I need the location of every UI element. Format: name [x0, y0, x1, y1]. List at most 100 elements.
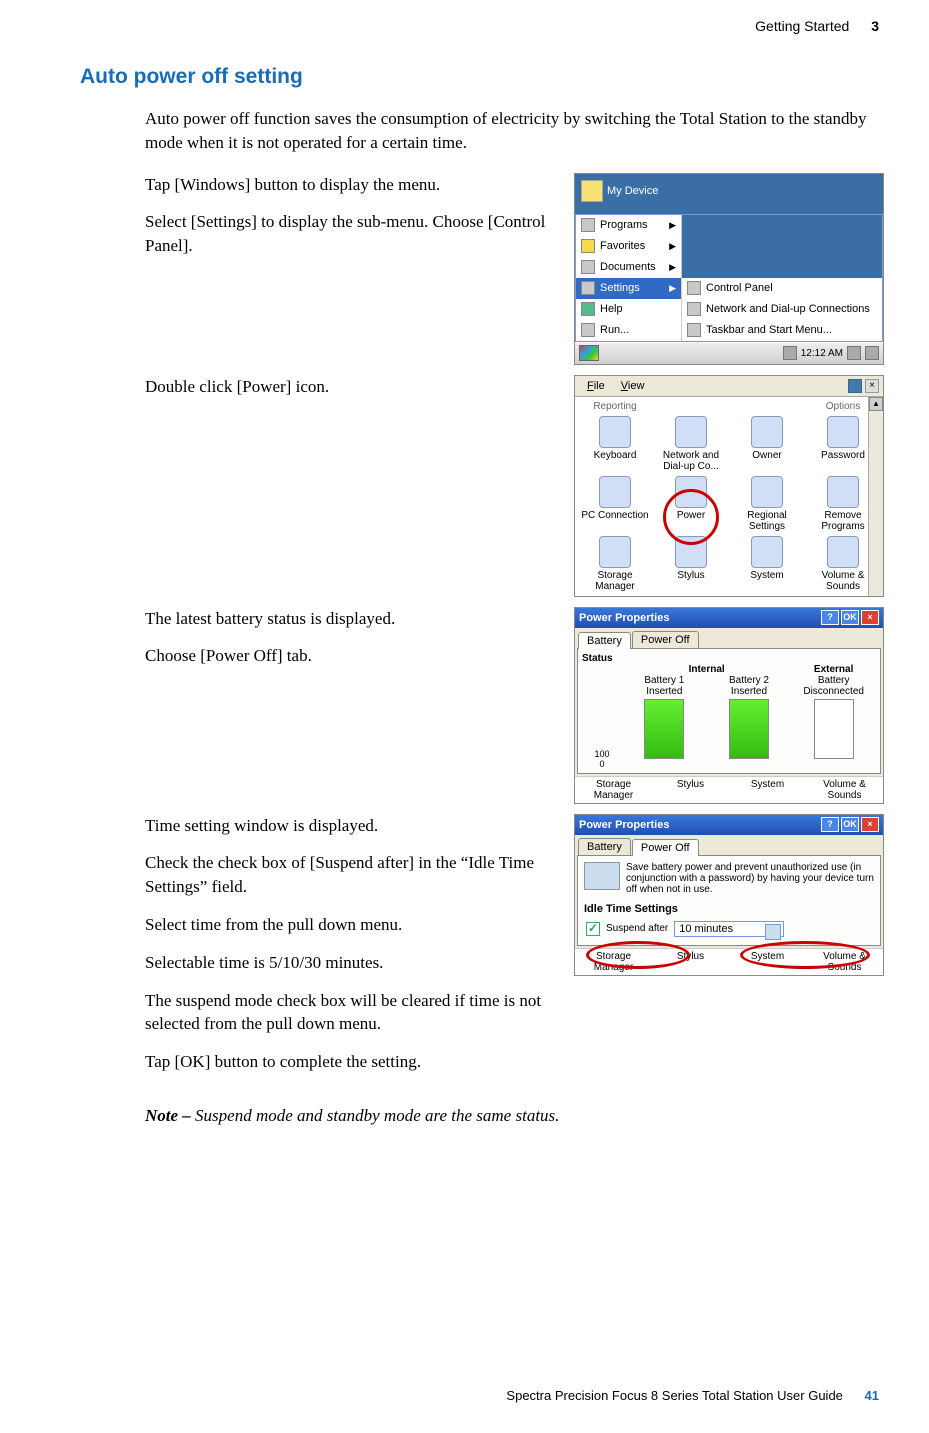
section-title: Auto power off setting — [80, 65, 884, 89]
settings-icon — [581, 281, 595, 295]
footer-guide: Spectra Precision Focus 8 Series Total S… — [506, 1388, 842, 1403]
menu-settings[interactable]: Settings▶ — [576, 278, 681, 299]
taskbar: 12:12 AM — [575, 342, 883, 364]
documents-icon — [581, 260, 595, 274]
remove-icon — [827, 476, 859, 508]
highlight-circle-select — [740, 941, 870, 969]
figure-start-menu: My Device Programs▶ Favorites▶ Documents… — [574, 173, 884, 365]
start-submenu: Control Panel Network and Dial-up Connec… — [682, 215, 882, 341]
scrollbar[interactable]: ▲ — [868, 397, 883, 596]
desktop-label: My Device — [607, 185, 658, 197]
figure-power-off-tab: Power Properties ? OK × Battery Power Of… — [574, 814, 884, 976]
chevron-right-icon: ▶ — [669, 241, 676, 252]
help-icon[interactable] — [848, 379, 862, 393]
owner-icon — [751, 416, 783, 448]
suspend-checkbox[interactable] — [586, 922, 600, 936]
device-icon — [581, 180, 603, 202]
status-label: Status — [582, 653, 876, 664]
step1-text-2: Select [Settings] to display the sub-men… — [145, 210, 564, 258]
favorites-icon — [581, 239, 595, 253]
desktop-my-device[interactable]: My Device — [581, 180, 877, 202]
step4-text-6: Tap [OK] button to complete the setting. — [145, 1050, 564, 1074]
submenu-control-panel[interactable]: Control Panel — [682, 278, 882, 299]
page-footer: Spectra Precision Focus 8 Series Total S… — [506, 1388, 879, 1403]
tab-battery[interactable]: Battery — [578, 632, 631, 649]
submenu-network[interactable]: Network and Dial-up Connections — [682, 299, 882, 320]
chapter-title: Getting Started — [755, 18, 849, 34]
titlebar: Power Properties ? OK × — [575, 608, 883, 628]
chevron-right-icon: ▶ — [669, 262, 676, 273]
regional-icon — [751, 476, 783, 508]
step-3: The latest battery status is displayed. … — [145, 607, 884, 804]
help-button[interactable]: ? — [821, 610, 839, 625]
power-off-description: Save battery power and prevent unauthori… — [626, 862, 874, 895]
note-text: Suspend mode and standby mode are the sa… — [195, 1106, 559, 1125]
y-axis-high: 100 — [582, 749, 622, 759]
tab-power-off[interactable]: Power Off — [632, 839, 699, 856]
close-button[interactable]: × — [861, 817, 879, 832]
window-title: Power Properties — [579, 612, 669, 624]
menu-help[interactable]: Help — [576, 299, 681, 320]
figure-power-battery: Power Properties ? OK × Battery Power Of… — [574, 607, 884, 804]
cp-pc-connection[interactable]: PC Connection — [577, 474, 653, 534]
suspend-label: Suspend after — [606, 923, 668, 934]
help-icon — [581, 302, 595, 316]
volume-icon — [827, 536, 859, 568]
step4-text-5: The suspend mode check box will be clear… — [145, 989, 564, 1037]
taskbar-icon — [687, 323, 701, 337]
chapter-number: 3 — [871, 18, 879, 34]
chevron-right-icon: ▶ — [669, 220, 676, 231]
note: Note – Suspend mode and standby mode are… — [145, 1106, 884, 1126]
step3-text-2: Choose [Power Off] tab. — [145, 644, 564, 668]
password-icon — [827, 416, 859, 448]
battery2-bar — [729, 699, 769, 759]
menu-favorites[interactable]: Favorites▶ — [576, 236, 681, 257]
y-axis-low: 0 — [582, 759, 622, 769]
battery-ext-bar — [814, 699, 854, 759]
menu-programs[interactable]: Programs▶ — [576, 215, 681, 236]
cp-owner[interactable]: Owner — [729, 414, 805, 474]
tray-icon-3[interactable] — [865, 346, 879, 360]
tray-icon[interactable] — [783, 346, 797, 360]
start-button[interactable] — [579, 345, 599, 361]
menu-file[interactable]: File — [579, 378, 613, 394]
ok-button[interactable]: OK — [841, 817, 859, 832]
tray-icon-2[interactable] — [847, 346, 861, 360]
suspend-time-select[interactable]: 10 minutes — [674, 921, 784, 937]
step3-text-1: The latest battery status is displayed. — [145, 607, 564, 631]
storage-icon — [599, 536, 631, 568]
keyboard-icon — [599, 416, 631, 448]
scroll-up-icon[interactable]: ▲ — [869, 397, 883, 411]
step4-text-3: Select time from the pull down menu. — [145, 913, 564, 937]
internal-header: Internal — [622, 664, 791, 675]
figure-control-panel: File View × Reporting Options Keyboard N… — [574, 375, 884, 597]
system-icon — [751, 536, 783, 568]
submenu-taskbar[interactable]: Taskbar and Start Menu... — [682, 320, 882, 341]
cp-system[interactable]: System — [729, 534, 805, 594]
close-icon[interactable]: × — [865, 379, 879, 393]
cp-network[interactable]: Network and Dial-up Co... — [653, 414, 729, 474]
page-header: Getting Started 3 — [755, 18, 879, 34]
step4-text-2: Check the check box of [Suspend after] i… — [145, 851, 564, 899]
step4-text-4: Selectable time is 5/10/30 minutes. — [145, 951, 564, 975]
menu-documents[interactable]: Documents▶ — [576, 257, 681, 278]
highlight-circle — [663, 489, 719, 545]
device-icon — [584, 862, 620, 890]
step2-text: Double click [Power] icon. — [145, 375, 564, 399]
help-button[interactable]: ? — [821, 817, 839, 832]
cp-regional[interactable]: Regional Settings — [729, 474, 805, 534]
step1-text-1: Tap [Windows] button to display the menu… — [145, 173, 564, 197]
cp-storage[interactable]: Storage Manager — [577, 534, 653, 594]
tab-battery[interactable]: Battery — [578, 838, 631, 855]
footer-page-number: 41 — [865, 1388, 879, 1403]
ok-button[interactable]: OK — [841, 610, 859, 625]
clock: 12:12 AM — [801, 348, 843, 359]
menu-run[interactable]: Run... — [576, 320, 681, 341]
cp-keyboard[interactable]: Keyboard — [577, 414, 653, 474]
menu-view[interactable]: View — [613, 378, 653, 394]
window-title: Power Properties — [579, 819, 669, 831]
close-button[interactable]: × — [861, 610, 879, 625]
step-2: Double click [Power] icon. File View × R… — [145, 375, 884, 597]
tab-power-off[interactable]: Power Off — [632, 631, 699, 648]
highlight-circle-checkbox — [586, 941, 690, 969]
